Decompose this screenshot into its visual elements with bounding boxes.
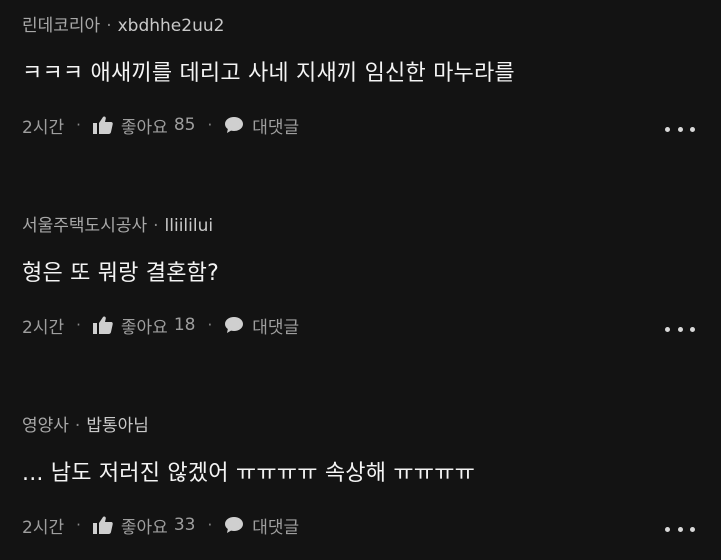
reply-button[interactable]: 대댓글: [224, 313, 299, 338]
comment-author[interactable]: 서울주택도시공사: [22, 216, 147, 236]
comment-actions: 2시간 · 좋아요 33 · 대댓글: [22, 512, 299, 538]
like-label: 좋아요: [120, 117, 168, 138]
comment-author[interactable]: 린데코리아: [22, 16, 100, 36]
thumbs-up-icon: [92, 116, 113, 134]
separator-dot: ·: [207, 316, 213, 334]
speech-bubble-icon: [225, 117, 244, 133]
separator-dot: ·: [106, 16, 112, 36]
like-button[interactable]: 좋아요 85: [92, 113, 196, 138]
comment-meta: 영양사 · 밥통아님: [22, 414, 149, 438]
comment-item: 린데코리아 · xbdhhe2uu2 ㅋㅋㅋ 애새끼를 데리고 사네 지새끼 임신한…: [0, 0, 721, 160]
reply-label: 대댓글: [252, 517, 300, 538]
comment-handle[interactable]: xbdhhe2uu2: [118, 16, 225, 36]
like-count: 18: [173, 315, 196, 335]
like-button[interactable]: 좋아요 33: [92, 513, 196, 538]
more-options-button[interactable]: [665, 522, 695, 536]
more-options-button[interactable]: [665, 122, 695, 136]
reply-button[interactable]: 대댓글: [224, 513, 299, 538]
comment-text: ... 남도 저러진 않겠어 ㅠㅠㅠㅠ 속상해 ㅠㅠㅠㅠ: [22, 461, 476, 486]
comment-handle[interactable]: lliililui: [165, 216, 214, 236]
comment-meta: 서울주택도시공사 · lliililui: [22, 214, 213, 238]
more-dot: [677, 526, 683, 532]
separator-dot: ·: [207, 116, 213, 134]
reply-label: 대댓글: [252, 317, 300, 338]
comment-meta: 린데코리아 · xbdhhe2uu2: [22, 14, 224, 38]
separator-dot: ·: [153, 216, 159, 236]
more-dot: [690, 326, 695, 332]
thumbs-up-icon: [92, 316, 113, 334]
more-dot: [677, 126, 683, 132]
like-count: 85: [173, 115, 196, 135]
more-options-button[interactable]: [665, 322, 695, 336]
more-dot: [665, 526, 670, 532]
comment-time: 2시간: [22, 317, 65, 338]
more-dot: [665, 326, 670, 332]
more-dot: [665, 126, 670, 132]
comment-author[interactable]: 영양사: [22, 416, 69, 436]
thumbs-up-icon: [92, 516, 113, 534]
comment-handle[interactable]: 밥통아님: [86, 416, 149, 436]
comment-text: ㅋㅋㅋ 애새끼를 데리고 사네 지새끼 임신한 마누라를: [22, 61, 515, 86]
separator-dot: ·: [76, 316, 81, 334]
separator-dot: ·: [74, 416, 81, 436]
comment-time: 2시간: [22, 117, 65, 138]
more-dot: [690, 126, 695, 132]
comment-text: 형은 또 뭐랑 결혼함?: [22, 261, 219, 286]
comment-item: 서울주택도시공사 · lliililui 형은 또 뭐랑 결혼함? 2시간 · 좋아…: [0, 200, 721, 360]
comment-actions: 2시간 · 좋아요 85 · 대댓글: [22, 112, 299, 138]
speech-bubble-icon: [225, 517, 244, 533]
speech-bubble-icon: [225, 317, 244, 333]
separator-dot: ·: [207, 516, 213, 534]
comment-actions: 2시간 · 좋아요 18 · 대댓글: [22, 312, 299, 338]
like-count: 33: [173, 515, 196, 535]
separator-dot: ·: [76, 516, 81, 534]
comment-item: 영양사 · 밥통아님 ... 남도 저러진 않겠어 ㅠㅠㅠㅠ 속상해 ㅠㅠㅠㅠ 2시…: [0, 400, 721, 560]
reply-button[interactable]: 대댓글: [224, 113, 299, 138]
more-dot: [690, 526, 695, 532]
like-button[interactable]: 좋아요 18: [92, 313, 196, 338]
separator-dot: ·: [76, 116, 81, 134]
comment-time: 2시간: [22, 517, 65, 538]
like-label: 좋아요: [120, 317, 168, 338]
reply-label: 대댓글: [252, 117, 300, 138]
more-dot: [677, 326, 683, 332]
like-label: 좋아요: [120, 517, 168, 538]
